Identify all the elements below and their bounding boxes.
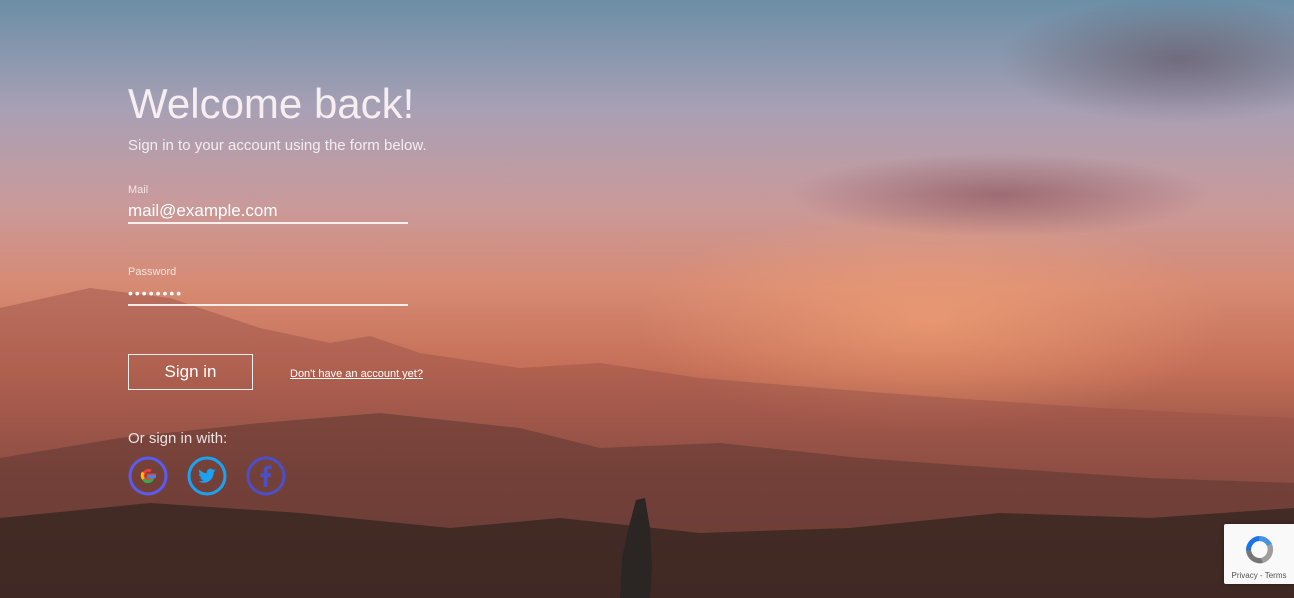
page-title: Welcome back! <box>128 80 415 127</box>
password-label: Password <box>128 266 177 278</box>
page-subtitle: Sign in to your account using the form b… <box>128 137 427 154</box>
social-signin-label: Or sign in with: <box>128 430 228 447</box>
password-input[interactable]: •••••••• <box>128 282 408 306</box>
google-icon <box>128 456 168 496</box>
google-signin-button[interactable] <box>128 456 168 496</box>
signin-button[interactable]: Sign in <box>128 354 253 390</box>
mail-label: Mail <box>128 184 149 196</box>
twitter-icon <box>187 456 227 496</box>
twitter-signin-button[interactable] <box>187 456 227 496</box>
recaptcha-badge[interactable]: Privacy - Terms <box>1224 524 1294 584</box>
facebook-icon <box>246 456 286 496</box>
recaptcha-icon <box>1246 535 1274 564</box>
register-link[interactable]: Don't have an account yet? <box>290 368 423 380</box>
facebook-signin-button[interactable] <box>246 456 286 496</box>
mail-input[interactable] <box>128 200 408 224</box>
recaptcha-links[interactable]: Privacy - Terms <box>1224 571 1294 580</box>
